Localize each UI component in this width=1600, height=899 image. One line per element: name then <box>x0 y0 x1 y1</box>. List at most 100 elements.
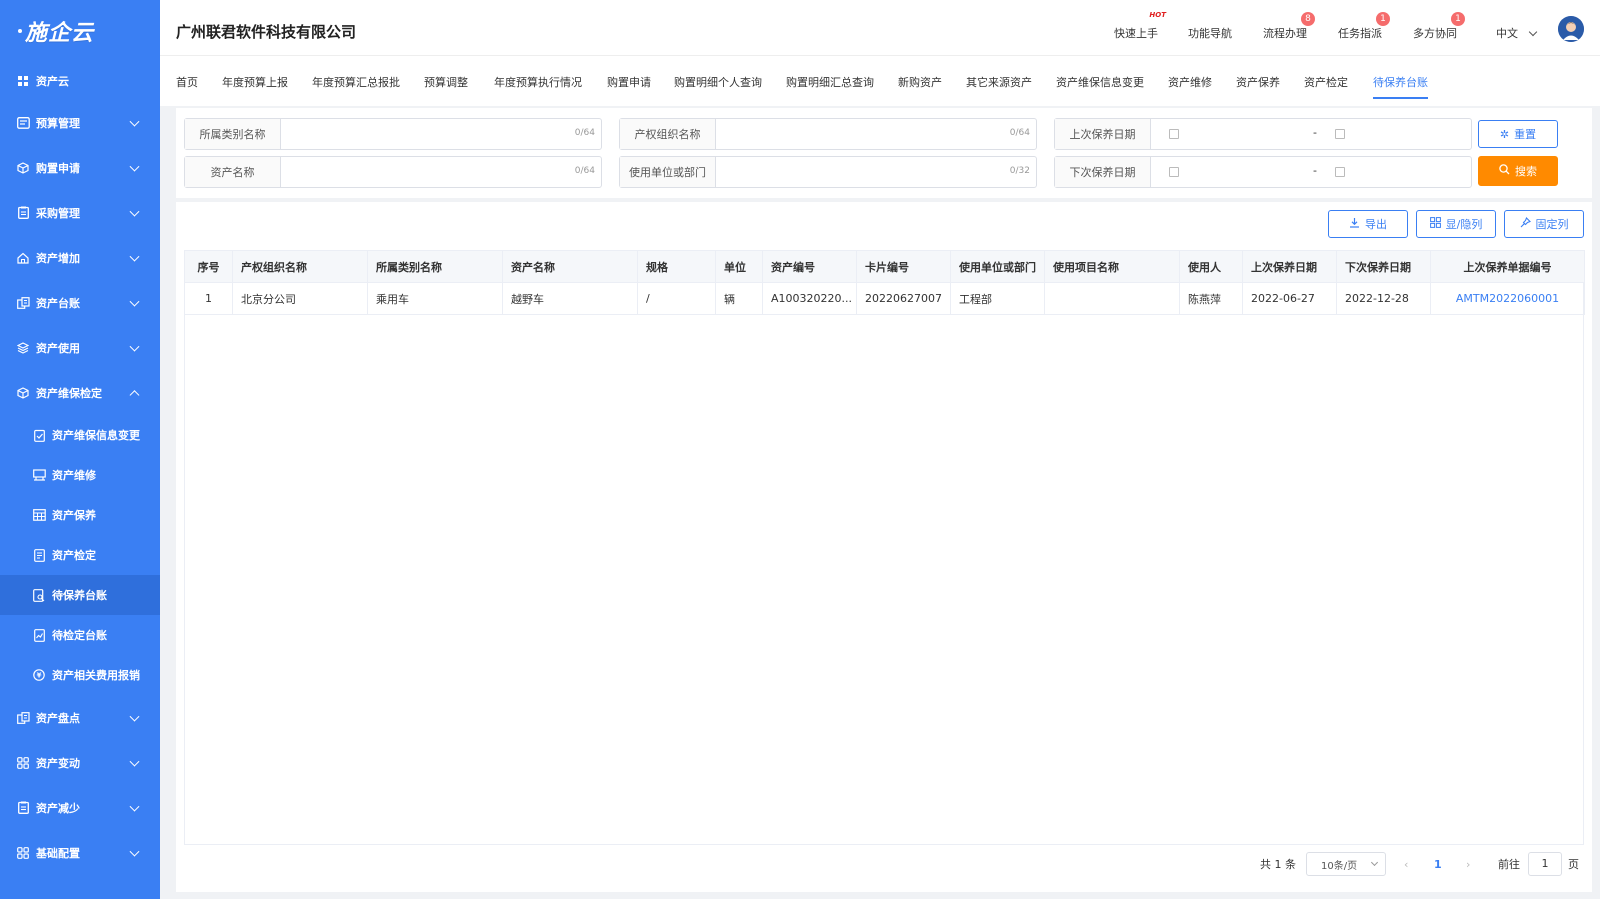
field-label: 所属类别名称 <box>185 119 281 149</box>
sidebar-item-asset-use[interactable]: 资产使用 <box>0 325 160 370</box>
ledger-icon <box>16 296 30 310</box>
tab-maint-info-change[interactable]: 资产维保信息变更 <box>1056 74 1144 90</box>
avatar[interactable] <box>1558 16 1584 42</box>
dept-field[interactable]: 使用单位或部门 0/32 <box>619 156 1037 188</box>
tab-upkeep[interactable]: 资产保养 <box>1236 74 1280 90</box>
sidebar-subitem-info-change[interactable]: 资产维保信息变更 <box>0 415 160 455</box>
column-header[interactable]: 上次保养日期 <box>1242 250 1337 283</box>
nav-task-assign[interactable]: 任务指派 1 <box>1338 12 1390 41</box>
sidebar-subitem-expense[interactable]: ¥ 资产相关费用报销 <box>0 655 160 695</box>
tab-purchase-personal-query[interactable]: 购置明细个人查询 <box>674 74 762 90</box>
chevron-down-icon <box>129 711 140 722</box>
sidebar-item-base-config[interactable]: 基础配置 <box>0 830 160 875</box>
column-header[interactable]: 所属类别名称 <box>367 250 503 283</box>
tab-annual-budget-summary[interactable]: 年度预算汇总报批 <box>312 74 400 90</box>
tab-budget-execution[interactable]: 年度预算执行情况 <box>494 74 582 90</box>
tab-home[interactable]: 首页 <box>176 74 198 90</box>
org-field[interactable]: 产权组织名称 0/64 <box>619 118 1037 150</box>
chevron-down-icon <box>129 206 140 217</box>
sidebar-subitem-label: 资产相关费用报销 <box>52 669 140 682</box>
column-header[interactable]: 卡片编号 <box>856 250 951 283</box>
fix-columns-button[interactable]: 固定列 <box>1504 210 1584 238</box>
nav-function-guide[interactable]: 功能导航 <box>1188 25 1232 41</box>
table-header-row: 序号 产权组织名称 所属类别名称 资产名称 规格 单位 资产编号 卡片编号 使用… <box>184 250 1585 283</box>
prev-page-icon[interactable]: ‹ <box>1404 852 1408 876</box>
tab-repair[interactable]: 资产维修 <box>1168 74 1212 90</box>
current-page[interactable]: 1 <box>1434 852 1442 876</box>
page-suffix: 页 <box>1568 858 1579 871</box>
column-header[interactable]: 使用人 <box>1179 250 1243 283</box>
goto-page-input[interactable]: 1 <box>1528 852 1562 876</box>
cube-icon <box>16 386 30 400</box>
sidebar-subitem-repair[interactable]: 资产维修 <box>0 455 160 495</box>
sidebar-item-asset-ledger[interactable]: 资产台账 <box>0 280 160 325</box>
language-select[interactable]: 中文 <box>1496 25 1537 41</box>
sidebar-subitem-label: 资产检定 <box>52 549 96 562</box>
table-cell: 陈燕萍 <box>1179 282 1243 315</box>
column-header[interactable]: 单位 <box>715 250 763 283</box>
tab-annual-budget-report[interactable]: 年度预算上报 <box>222 74 288 90</box>
sidebar-item-asset-reduce[interactable]: 资产减少 <box>0 785 160 830</box>
search-document-icon <box>32 588 46 602</box>
last-upkeep-date-range[interactable]: 上次保养日期 - <box>1054 118 1472 150</box>
sidebar-item-inventory[interactable]: 资产盘点 <box>0 695 160 740</box>
filter-panel: 所属类别名称 0/64 产权组织名称 0/64 上次保养日期 - ✲ 重置 资产… <box>176 108 1592 198</box>
tab-budget-adjust[interactable]: 预算调整 <box>424 74 468 90</box>
sidebar-subitem-calibration[interactable]: 资产检定 <box>0 535 160 575</box>
table-cell: 辆 <box>715 282 763 315</box>
tab-purchase-request[interactable]: 购置申请 <box>607 74 651 90</box>
notification-badge: 1 <box>1451 12 1465 26</box>
nav-process[interactable]: 流程办理 8 <box>1263 12 1315 41</box>
table-row[interactable]: 1 北京分公司 乘用车 越野车 / 辆 A100320220... 202206… <box>184 282 1585 315</box>
column-header[interactable]: 下次保养日期 <box>1336 250 1431 283</box>
tab-pending-upkeep[interactable]: 待保养台账 <box>1373 74 1428 99</box>
tab-calibration[interactable]: 资产检定 <box>1304 74 1348 90</box>
button-label: 固定列 <box>1535 218 1569 231</box>
button-label: 导出 <box>1365 218 1387 231</box>
sidebar-subitem-pending-calibration[interactable]: 待检定台账 <box>0 615 160 655</box>
sidebar-subitem-upkeep[interactable]: 资产保养 <box>0 495 160 535</box>
table-cell: 越野车 <box>502 282 638 315</box>
column-header[interactable]: 产权组织名称 <box>232 250 368 283</box>
chevron-down-icon <box>129 161 140 172</box>
sidebar-item-asset-cloud[interactable]: 资产云 <box>0 62 160 100</box>
table-cell: 20220627007 <box>856 282 951 315</box>
sidebar-item-purchase-request[interactable]: 购置申请 <box>0 145 160 190</box>
search-button[interactable]: 搜索 <box>1478 156 1558 186</box>
asset-name-field[interactable]: 资产名称 0/64 <box>184 156 602 188</box>
field-label: 产权组织名称 <box>620 119 716 149</box>
top-header: 广州联君软件科技有限公司 快速上手 HOT 功能导航 流程办理 8 任务指派 1… <box>160 0 1600 56</box>
reset-button[interactable]: ✲ 重置 <box>1478 120 1558 148</box>
column-header[interactable]: 资产编号 <box>762 250 857 283</box>
nav-quick-start[interactable]: 快速上手 HOT <box>1114 11 1166 41</box>
document-number-link[interactable]: AMTM2022060001 <box>1430 282 1585 315</box>
sidebar-item-asset-change[interactable]: 资产变动 <box>0 740 160 785</box>
column-header[interactable]: 上次保养单据编号 <box>1430 250 1585 283</box>
column-header[interactable]: 使用单位或部门 <box>950 250 1045 283</box>
next-page-icon[interactable]: › <box>1466 852 1470 876</box>
nav-label: 功能导航 <box>1188 27 1232 40</box>
sidebar-subitem-pending-upkeep[interactable]: 待保养台账 <box>0 575 160 615</box>
sidebar-item-procurement[interactable]: 采购管理 <box>0 190 160 235</box>
sidebar-item-budget[interactable]: 预算管理 <box>0 100 160 145</box>
logo[interactable]: 施企云 <box>0 0 160 62</box>
column-header[interactable]: 序号 <box>184 250 233 283</box>
column-header[interactable]: 规格 <box>637 250 716 283</box>
tab-new-assets[interactable]: 新购资产 <box>898 74 942 90</box>
export-button[interactable]: 导出 <box>1328 210 1408 238</box>
tab-other-source-assets[interactable]: 其它来源资产 <box>966 74 1032 90</box>
table-cell: 2022-06-27 <box>1242 282 1337 315</box>
page-size-select[interactable]: 10条/页 <box>1306 852 1386 876</box>
next-upkeep-date-range[interactable]: 下次保养日期 - <box>1054 156 1472 188</box>
tab-purchase-summary-query[interactable]: 购置明细汇总查询 <box>786 74 874 90</box>
sidebar-subitem-label: 资产维保信息变更 <box>52 429 140 442</box>
category-field[interactable]: 所属类别名称 0/64 <box>184 118 602 150</box>
column-header[interactable]: 资产名称 <box>502 250 638 283</box>
table-cell: 北京分公司 <box>232 282 368 315</box>
sidebar-subitem-label: 待检定台账 <box>52 629 107 642</box>
toggle-columns-button[interactable]: 显/隐列 <box>1416 210 1496 238</box>
nav-collaboration[interactable]: 多方协同 1 <box>1413 12 1465 41</box>
column-header[interactable]: 使用项目名称 <box>1044 250 1180 283</box>
sidebar-item-maintenance[interactable]: 资产维保检定 <box>0 370 160 415</box>
sidebar-item-asset-add[interactable]: 资产增加 <box>0 235 160 280</box>
